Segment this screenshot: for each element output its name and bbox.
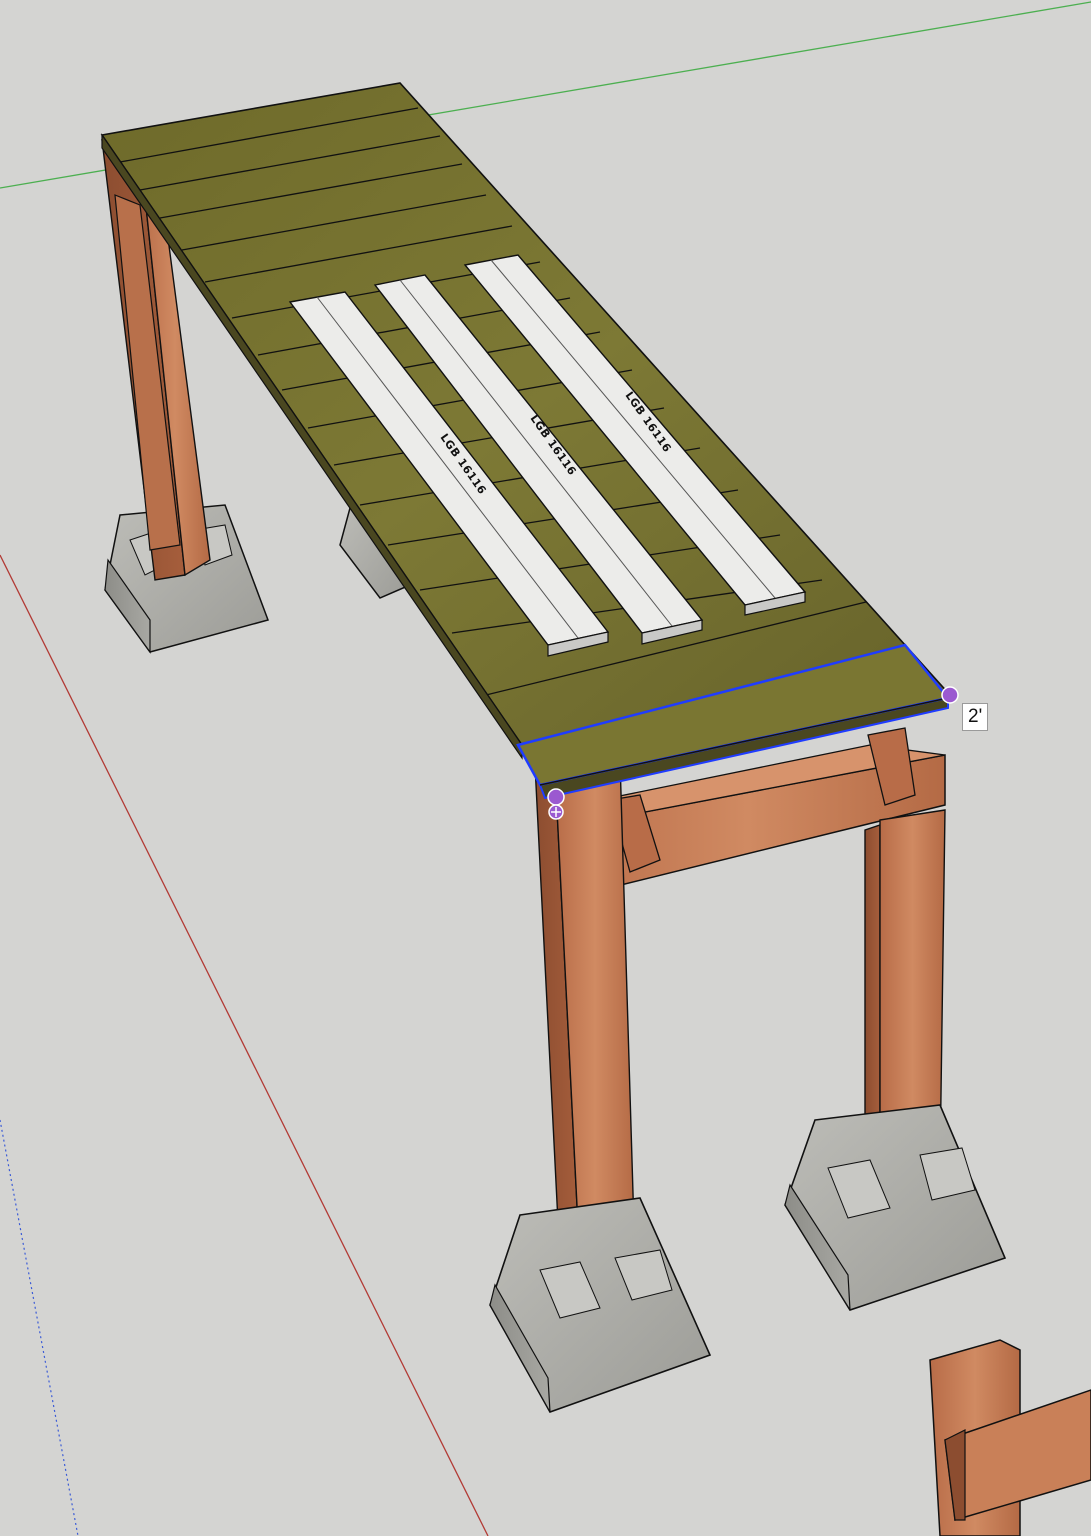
inference-endpoint-left[interactable] (547, 788, 565, 806)
3d-viewport[interactable]: LGB 16116 LGB 16116 LGB 16116 (0, 0, 1091, 1536)
red-axis (0, 554, 489, 1536)
tape-measure-cursor (548, 804, 564, 820)
front-right-footing[interactable] (784, 1104, 1007, 1311)
adjacent-post-structure[interactable] (929, 1339, 1091, 1536)
dimension-readout: 2' (962, 703, 989, 731)
inference-endpoint-right[interactable] (941, 686, 959, 704)
front-left-footing[interactable] (489, 1197, 712, 1413)
blue-axis-dotted (0, 1119, 79, 1536)
front-left-post[interactable] (534, 759, 636, 1266)
